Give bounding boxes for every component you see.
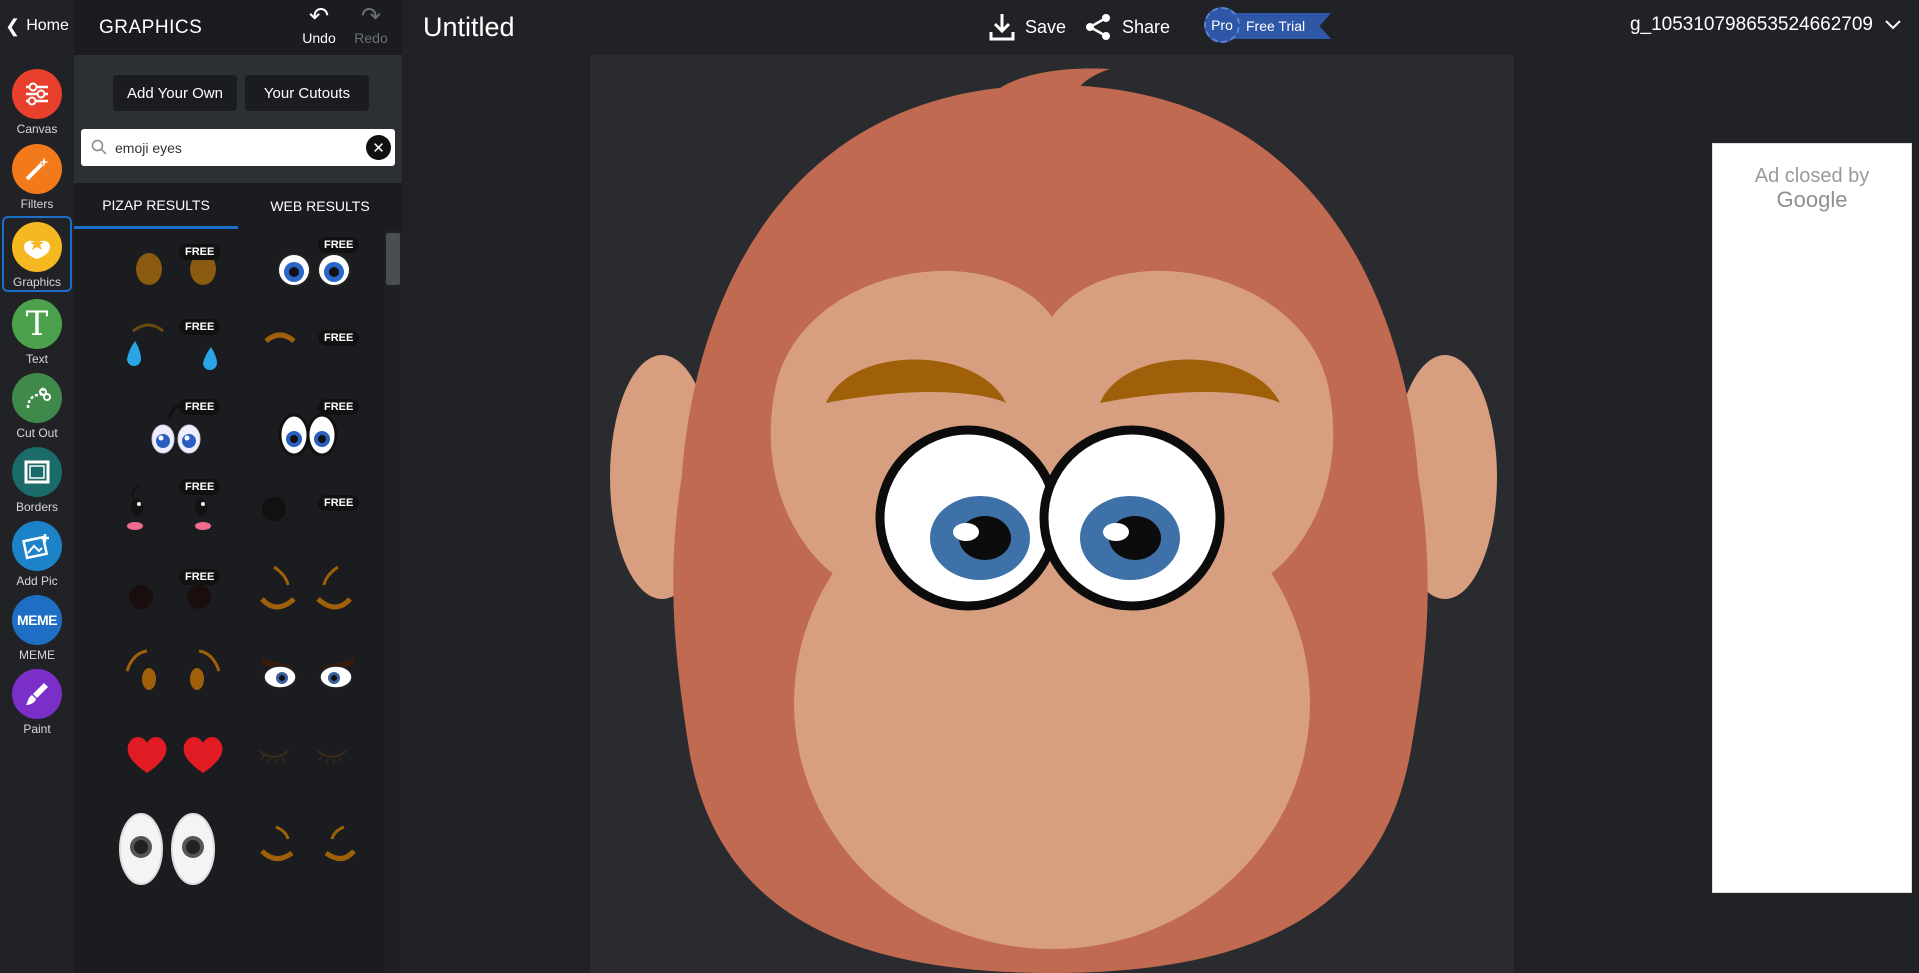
sticker-brown-eyes[interactable]: FREE [119, 237, 229, 309]
top-bar: ❮ Home GRAPHICS ↶ Undo ↷ Redo Untitled S… [0, 0, 1919, 55]
ad-closed-line: Ad closed by [1754, 165, 1870, 187]
paintbrush-icon [12, 669, 62, 719]
panel-title: GRAPHICS [99, 17, 203, 38]
free-badge: FREE [179, 479, 221, 495]
chevron-left-icon: ❮ [5, 15, 21, 36]
tool-label: MEME [19, 648, 55, 662]
results-scrollbar[interactable] [384, 229, 402, 973]
document-title[interactable]: Untitled [423, 12, 515, 43]
share-icon [1086, 14, 1110, 40]
download-icon [989, 14, 1015, 41]
redo-button[interactable]: ↷ Redo [349, 4, 393, 48]
tool-paint[interactable]: Paint [0, 669, 74, 739]
scrollbar-thumb[interactable] [386, 233, 400, 285]
sticker-blush-eyes[interactable]: FREE [119, 479, 229, 551]
magic-wand-icon [12, 144, 62, 194]
your-cutouts-button[interactable]: Your Cutouts [245, 75, 369, 111]
sticker-sleepy-eyes[interactable] [254, 809, 364, 881]
sticker-blue-cartoon-eyes[interactable]: FREE [254, 237, 364, 309]
tool-add-pic[interactable]: Add Pic [0, 521, 74, 591]
tool-label: Graphics [12, 275, 62, 289]
tool-rail: Canvas Filters Graphics T Text Cut Out B… [0, 55, 74, 973]
border-icon [12, 447, 62, 497]
home-button[interactable]: ❮ Home [0, 0, 74, 52]
sticker-lashes-eyes[interactable] [254, 721, 364, 793]
sticker-squint-eyes[interactable] [254, 559, 364, 631]
ad-panel: Ad closed by Google [1712, 143, 1912, 893]
tool-meme[interactable]: MEME MEME [0, 595, 74, 665]
home-label: Home [26, 17, 69, 34]
free-badge: FREE [318, 330, 360, 346]
redo-label: Redo [354, 30, 388, 46]
sticker-black-dot-eyes[interactable]: FREE [254, 479, 364, 551]
undo-label: Undo [302, 30, 336, 46]
search-input[interactable] [115, 129, 355, 166]
pro-label: Pro [1204, 7, 1240, 43]
save-button[interactable]: Save [989, 10, 1066, 44]
chevron-down-icon [1885, 20, 1901, 30]
tool-label: Borders [15, 500, 59, 514]
share-button[interactable]: Share [1084, 10, 1170, 44]
tool-label: Canvas [16, 122, 58, 136]
tab-web-results[interactable]: WEB RESULTS [238, 183, 402, 229]
tool-filters[interactable]: Filters [0, 144, 74, 214]
sticker-angry-eyes[interactable] [254, 639, 364, 711]
meme-icon: MEME [12, 595, 62, 645]
panel-header: GRAPHICS ↶ Undo ↷ Redo [74, 0, 402, 55]
tool-graphics[interactable]: Graphics [2, 216, 72, 292]
tool-label: Add Pic [16, 574, 58, 588]
free-badge: FREE [179, 319, 221, 335]
share-label: Share [1122, 16, 1171, 37]
add-your-own-button[interactable]: Add Your Own [113, 75, 237, 111]
sticker-big-outlined-eyes[interactable]: FREE [254, 399, 364, 471]
canvas-artwork[interactable] [590, 55, 1514, 973]
search-icon [91, 139, 107, 155]
tool-label: Filters [20, 197, 54, 211]
results-grid: FREE FREE FREE FREE FREE FREE FREE FREE … [74, 229, 402, 973]
sliders-icon [12, 69, 62, 119]
sticker-heart-eyes[interactable] [119, 721, 229, 793]
sticker-dark-dot-eyes[interactable]: FREE [119, 559, 229, 631]
sticker-teary-eyes[interactable]: FREE [119, 319, 229, 391]
free-badge: FREE [318, 399, 360, 415]
clear-search-icon[interactable]: ✕ [366, 135, 391, 160]
results-tabs: PIZAP RESULTS WEB RESULTS [74, 183, 402, 229]
sticker-icon [12, 222, 62, 272]
pro-free-trial-badge[interactable]: Pro Free Trial [1204, 7, 1332, 43]
free-badge: FREE [179, 244, 221, 260]
tool-canvas[interactable]: Canvas [0, 69, 74, 139]
tool-label: Paint [23, 722, 51, 736]
sticker-oval-brown-eyes[interactable] [119, 639, 229, 711]
username: g_105310798653524662709 [1629, 14, 1873, 35]
free-badge: FREE [179, 399, 221, 415]
tool-text[interactable]: T Text [0, 299, 74, 369]
graphics-panel: Add Your Own Your Cutouts ✕ PIZAP RESULT… [74, 55, 402, 973]
cutout-icon [12, 373, 62, 423]
sticker-closed-eyes[interactable]: FREE [254, 319, 364, 391]
workspace [402, 55, 1702, 973]
redo-icon: ↷ [360, 3, 382, 30]
tool-label: Text [25, 352, 48, 366]
free-trial-label: Free Trial [1234, 13, 1332, 39]
search-box: ✕ [81, 129, 395, 166]
free-badge: FREE [318, 495, 360, 511]
sticker-googly-eyes[interactable] [119, 809, 229, 885]
save-label: Save [1025, 16, 1067, 37]
undo-icon: ↶ [308, 3, 330, 30]
ad-closed-message: Ad closed by Google [1713, 164, 1911, 212]
google-logo: Google [1776, 187, 1848, 212]
tab-pizap-results[interactable]: PIZAP RESULTS [74, 183, 238, 229]
tool-label: Cut Out [16, 426, 58, 440]
tool-cutout[interactable]: Cut Out [0, 373, 74, 443]
free-badge: FREE [179, 569, 221, 585]
text-icon: T [12, 299, 62, 349]
sticker-cute-blue-eyes[interactable]: FREE [119, 399, 229, 471]
tool-borders[interactable]: Borders [0, 447, 74, 517]
user-menu[interactable]: g_105310798653524662709 [1630, 14, 1901, 36]
add-picture-icon [12, 521, 62, 571]
undo-button[interactable]: ↶ Undo [297, 4, 341, 48]
free-badge: FREE [318, 237, 360, 253]
